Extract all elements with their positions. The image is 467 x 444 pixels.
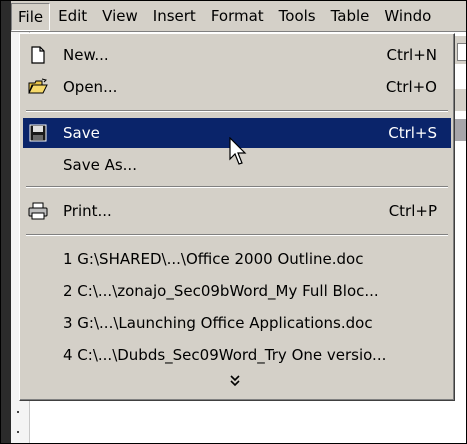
menu-item-shortcut: Ctrl+P — [388, 202, 437, 220]
menu-bar: File Edit View Insert Format Tools Table… — [11, 1, 466, 32]
recent-file-item[interactable]: 3 G:\...\Launching Office Applications.d… — [23, 308, 451, 338]
ruler-tick — [17, 431, 19, 433]
menu-item-open[interactable]: Open... Ctrl+O — [23, 72, 451, 102]
menu-item-shortcut: Ctrl+O — [385, 78, 437, 96]
ruler-tick — [17, 411, 19, 413]
menu-item-label: Open... — [63, 78, 118, 96]
menu-item-shortcut: Ctrl+S — [388, 124, 437, 142]
menu-edit[interactable]: Edit — [50, 1, 94, 31]
menu-insert[interactable]: Insert — [145, 1, 203, 31]
mouse-cursor-icon — [229, 137, 247, 165]
menu-item-shortcut: Ctrl+N — [386, 46, 437, 64]
recent-file-item[interactable]: 4 C:\...\Dubds_Sec09Word_Try One versio.… — [23, 340, 451, 370]
menu-view[interactable]: View — [94, 1, 145, 31]
expand-menu-button[interactable] — [223, 374, 247, 392]
menu-tools[interactable]: Tools — [271, 1, 323, 31]
toolbar-field-fragment — [457, 43, 466, 61]
recent-file-item[interactable]: 1 G:\SHARED\...\Office 2000 Outline.doc — [23, 244, 451, 274]
file-menu-dropdown: New... Ctrl+N Open... Ctrl+O Save Ctrl+S… — [19, 33, 455, 401]
recent-file-label: 4 C:\...\Dubds_Sec09Word_Try One versio.… — [63, 346, 387, 364]
toolbar-fragment — [453, 119, 466, 141]
floppy-disk-icon — [29, 124, 47, 142]
menu-item-label: Save As... — [63, 156, 137, 174]
menu-item-print[interactable]: Print... Ctrl+P — [23, 196, 451, 226]
menu-separator — [26, 234, 448, 236]
recent-file-label: 1 G:\SHARED\...\Office 2000 Outline.doc — [63, 250, 364, 268]
menu-item-label: Print... — [63, 202, 112, 220]
recent-file-item[interactable]: 2 C:\...\zonajo_Sec09bWord_My Full Bloc.… — [23, 276, 451, 306]
menu-window[interactable]: Windo — [376, 1, 438, 31]
menu-table[interactable]: Table — [323, 1, 377, 31]
menu-file[interactable]: File — [11, 2, 51, 31]
double-chevron-down-icon — [230, 375, 240, 387]
menu-item-label: New... — [63, 46, 109, 64]
toolbar-fragment — [453, 89, 466, 111]
recent-file-label: 2 C:\...\zonajo_Sec09bWord_My Full Bloc.… — [63, 282, 379, 300]
screenshot-frame: File Edit View Insert Format Tools Table… — [0, 0, 467, 444]
printer-icon — [28, 202, 48, 220]
recent-file-label: 3 G:\...\Launching Office Applications.d… — [63, 314, 373, 332]
menu-separator — [26, 186, 448, 188]
menu-item-label: Save — [63, 124, 100, 142]
menu-format[interactable]: Format — [203, 1, 271, 31]
new-document-icon — [31, 46, 45, 64]
open-folder-icon — [28, 78, 48, 94]
menu-separator — [26, 110, 448, 112]
window-edge — [1, 1, 11, 443]
menu-item-new[interactable]: New... Ctrl+N — [23, 40, 451, 70]
